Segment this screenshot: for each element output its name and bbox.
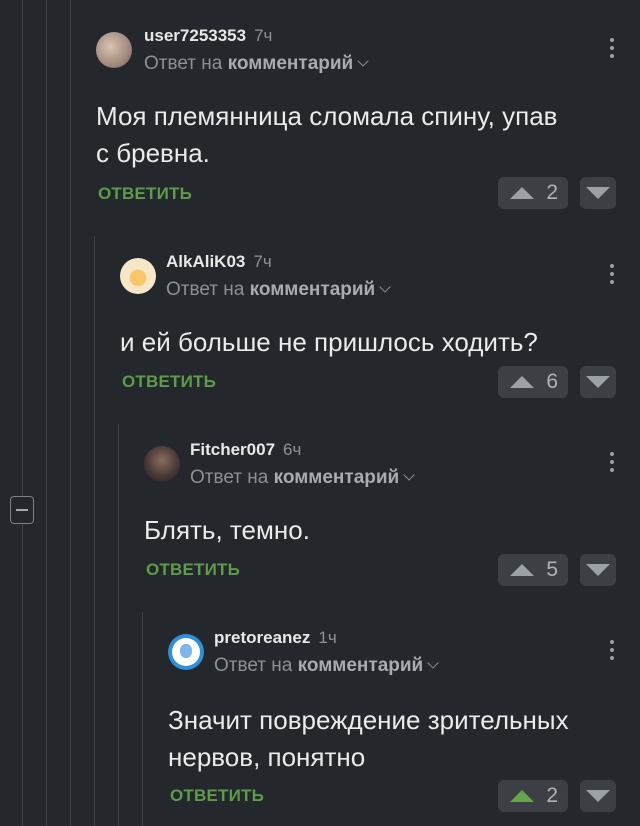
collapse-thread-button[interactable] [10,496,34,524]
comment-text: Значит повреждение зрительных нервов, по… [168,705,569,772]
upvote-button[interactable]: 2 [498,177,568,209]
more-options-icon[interactable] [610,38,614,60]
chevron-down-icon [379,281,391,293]
downvote-button[interactable] [580,177,616,209]
arrow-down-icon [586,564,610,576]
username[interactable]: user7253353 [144,26,246,45]
arrow-down-icon [586,790,610,802]
rating-count: 5 [546,558,558,581]
thread-line [70,0,71,826]
thread-line [22,0,23,496]
username[interactable]: AlkAliK03 [166,252,245,271]
reply-to-link[interactable]: Ответ на комментарий [144,53,369,75]
reply-to-link[interactable]: Ответ на комментарий [166,279,391,301]
rating-count: 2 [546,181,558,204]
more-options-icon[interactable] [610,640,614,662]
thread-line [22,524,23,826]
thread-line [142,612,143,826]
downvote-button[interactable] [580,780,616,812]
comment-text: Блять, темно. [144,515,310,545]
reply-button[interactable]: ОТВЕТИТЬ [122,372,216,392]
chevron-down-icon [403,469,415,481]
reply-button[interactable]: ОТВЕТИТЬ [98,184,192,204]
thread-line [94,236,95,826]
comment-time: 1ч [318,628,337,647]
comment-time: 7ч [254,26,273,45]
thread-line [46,0,47,826]
reply-to-link[interactable]: Ответ на комментарий [214,655,439,677]
arrow-down-icon [586,376,610,388]
comment-time: 7ч [253,252,272,271]
user-avatar-icon[interactable] [96,32,132,68]
more-options-icon[interactable] [610,264,614,286]
dark-photo-avatar-icon[interactable] [144,446,180,482]
arrow-up-icon [510,376,534,388]
username[interactable]: pretoreanez [214,628,310,647]
comment-text: и ей больше не пришлось ходить? [120,327,538,357]
rating-count: 2 [546,784,558,807]
more-options-icon[interactable] [610,452,614,474]
upvote-button[interactable]: 2 [498,780,568,812]
upvote-button[interactable]: 5 [498,554,568,586]
username[interactable]: Fitcher007 [190,440,275,459]
comment-time: 6ч [283,440,302,459]
reply-button[interactable]: ОТВЕТИТЬ [146,560,240,580]
downvote-button[interactable] [580,554,616,586]
reply-button[interactable]: ОТВЕТИТЬ [170,786,264,806]
chevron-down-icon [357,55,369,67]
arrow-up-icon [510,790,534,802]
arrow-up-icon [510,564,534,576]
thread-line [118,424,119,826]
downvote-button[interactable] [580,366,616,398]
upvote-button[interactable]: 6 [498,366,568,398]
chevron-down-icon [427,657,439,669]
cheese-avatar-icon[interactable] [120,258,156,294]
rating-count: 6 [546,370,558,393]
comment-text: Моя племянница сломала спину, упав с бре… [96,101,558,168]
unicorn-avatar-icon[interactable] [168,634,204,670]
arrow-down-icon [586,187,610,199]
arrow-up-icon [510,187,534,199]
reply-to-link[interactable]: Ответ на комментарий [190,467,415,489]
